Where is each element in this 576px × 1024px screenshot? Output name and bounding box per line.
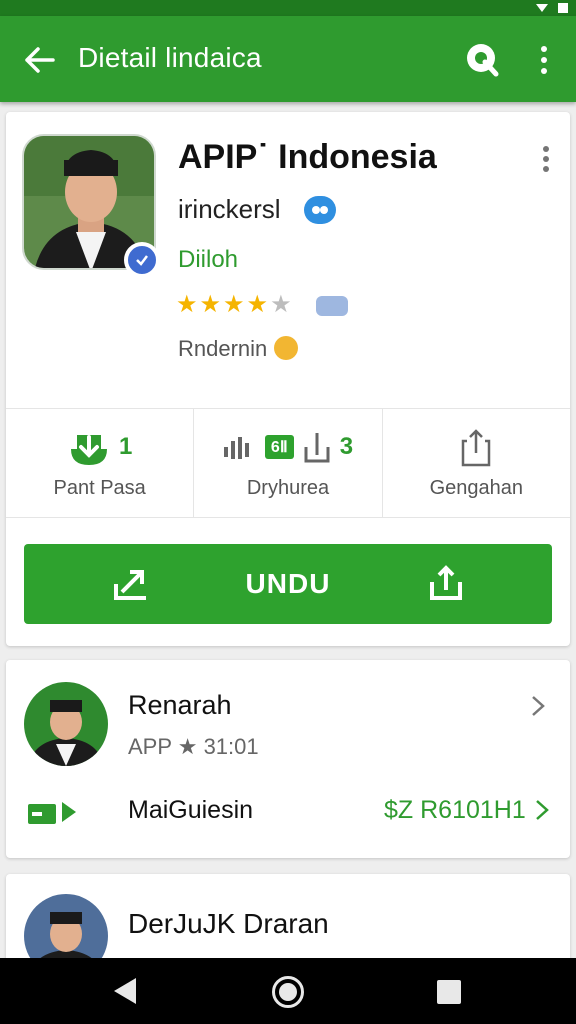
share-tray-icon bbox=[304, 432, 330, 462]
app-name: APIP˙ Indonesia bbox=[178, 138, 437, 176]
star-icon: ★ bbox=[199, 291, 222, 318]
stat-label: Pant Pasa bbox=[53, 476, 146, 499]
nav-recents-icon[interactable] bbox=[437, 980, 461, 1004]
signal-icon bbox=[536, 4, 548, 12]
star-icon: ★ bbox=[246, 291, 269, 318]
back-button[interactable] bbox=[20, 40, 60, 80]
install-label: UNDU bbox=[245, 568, 331, 599]
developer-name[interactable]: irinckersl bbox=[178, 194, 281, 225]
status-bar bbox=[0, 0, 576, 16]
developer-badge-icon bbox=[304, 196, 336, 224]
stat-label: Dryhurea bbox=[246, 476, 330, 499]
install-button[interactable]: UNDU bbox=[24, 544, 552, 624]
star-rating: ★ ★ ★ ★ ★ bbox=[176, 292, 292, 318]
status-icons bbox=[536, 0, 568, 16]
stat-downloads[interactable]: 1 Pant Pasa bbox=[6, 409, 193, 517]
search-button[interactable] bbox=[462, 40, 502, 80]
star-icon: ★ bbox=[176, 291, 198, 318]
app-category[interactable]: Diiloh bbox=[178, 246, 238, 274]
chevron-right-icon[interactable] bbox=[530, 798, 554, 822]
reviewer-name: Renarah bbox=[128, 690, 232, 720]
star-icon: ★ bbox=[223, 291, 245, 318]
app-detail-card: APIP˙ Indonesia irinckersl Diiloh ★ ★ ★ ★ ★ … bbox=[6, 112, 570, 646]
card-overflow-button[interactable] bbox=[538, 146, 554, 176]
upload-icon bbox=[430, 565, 462, 600]
overflow-menu-button[interactable] bbox=[528, 40, 560, 80]
review-card[interactable]: Renarah APP ★ 31:01 MaiGuiesin $Z R6101H… bbox=[6, 660, 570, 858]
page-title: Dietail lindaica bbox=[78, 42, 262, 73]
more-vert-icon bbox=[543, 146, 549, 152]
avatar bbox=[24, 682, 108, 766]
open-external-icon bbox=[114, 570, 146, 600]
stat-value: 1 bbox=[118, 432, 133, 460]
content-rating-icon bbox=[274, 336, 298, 360]
signal-bars-icon bbox=[223, 436, 249, 459]
review-meta: APP ★ 31:01 bbox=[128, 734, 259, 759]
search-icon bbox=[467, 44, 499, 77]
stat-value: 3 bbox=[339, 432, 354, 460]
content-rating: Rndernin bbox=[178, 336, 268, 361]
stat-label: Gengahan bbox=[429, 476, 524, 499]
system-nav-bar bbox=[0, 958, 576, 1024]
stat-share[interactable]: Gengahan bbox=[381, 409, 570, 517]
share-icon bbox=[462, 428, 491, 466]
download-icon bbox=[70, 434, 107, 465]
nav-back-icon[interactable] bbox=[114, 978, 136, 1004]
reviewer-name: DerJuJK Draran bbox=[128, 908, 329, 939]
payment-label: MaiGuiesin bbox=[128, 796, 254, 824]
payment-icon bbox=[28, 802, 76, 824]
verified-badge-icon bbox=[124, 242, 160, 278]
price-value[interactable]: $Z R6101H1 bbox=[384, 796, 526, 825]
arrow-left-icon bbox=[25, 47, 55, 73]
stats-row: 1 Pant Pasa 6Ⅱ 3 Dryhurea Gengahan bbox=[6, 408, 570, 518]
battery-icon bbox=[558, 3, 568, 13]
nav-home-icon[interactable] bbox=[272, 976, 304, 1008]
star-icon: ★ bbox=[270, 291, 292, 318]
more-vert-icon bbox=[541, 46, 547, 52]
app-bar: Dietail lindaica bbox=[0, 16, 576, 102]
rating-count-badge bbox=[316, 296, 348, 316]
stat-badge: 6Ⅱ bbox=[264, 434, 294, 459]
chevron-right-icon[interactable] bbox=[526, 694, 550, 718]
stat-reviews[interactable]: 6Ⅱ 3 Dryhurea bbox=[193, 409, 381, 517]
